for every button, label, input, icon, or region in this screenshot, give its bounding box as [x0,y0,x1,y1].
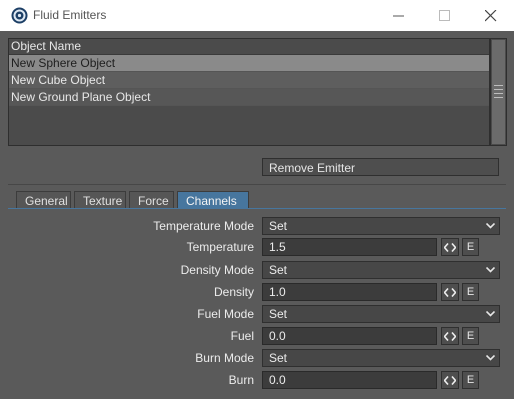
tab-channels[interactable]: Channels [177,191,249,209]
object-list-scrollbar[interactable] [490,38,507,146]
grip-line [494,97,503,98]
density-mode-select[interactable]: Set [262,261,500,279]
list-item[interactable]: New Ground Plane Object [9,89,489,106]
burn-mode-select[interactable]: Set [262,349,500,367]
list-item[interactable]: New Cube Object [9,72,489,89]
temperature-mode-value: Set [269,219,288,233]
title-bar[interactable]: Fluid Emitters [0,0,514,32]
temperature-e-button[interactable]: E [462,238,479,256]
minimize-button[interactable] [376,0,422,31]
tab-underline [8,208,506,209]
chevron-down-icon [486,223,495,229]
fuel-mode-select[interactable]: Set [262,305,500,323]
burn-label: Burn [228,373,254,387]
temperature-label: Temperature [186,240,254,254]
density-label: Density [213,285,254,299]
burn-e-button[interactable]: E [462,371,479,389]
maximize-button[interactable] [422,0,468,31]
density-envelope-button[interactable] [441,283,459,301]
close-icon [485,10,497,22]
temperature-envelope-button[interactable] [441,238,459,256]
fuel-envelope-button[interactable] [441,327,459,345]
chevron-down-icon [486,267,495,273]
density-e-button[interactable]: E [462,283,479,301]
burn-field[interactable]: 0.0 [262,371,437,389]
grip-line [494,89,503,90]
temperature-mode-select[interactable]: Set [262,217,500,235]
remove-emitter-button[interactable]: Remove Emitter [262,158,499,176]
diamond-arrows-icon [444,288,456,297]
diamond-arrows-icon [444,376,456,385]
temperature-mode-label: Temperature Mode [153,219,254,233]
object-list[interactable]: Object Name New Sphere Object New Cube O… [8,38,490,146]
divider [8,184,506,185]
close-button[interactable] [468,0,514,31]
maximize-icon [439,10,450,21]
burn-mode-label: Burn Mode [195,351,254,365]
diamond-arrows-icon [444,243,456,252]
diamond-arrows-icon [444,332,456,341]
window-title: Fluid Emitters [33,8,107,22]
fuel-field[interactable]: 0.0 [262,327,437,345]
temperature-field[interactable]: 1.5 [262,238,437,256]
burn-mode-value: Set [269,351,288,365]
fuel-e-button[interactable]: E [462,327,479,345]
density-mode-label: Density Mode [180,263,254,277]
grip-line [494,93,503,94]
tab-force[interactable]: Force [129,191,174,209]
tab-texture[interactable]: Texture [74,191,126,209]
minimize-icon [393,15,404,17]
density-field[interactable]: 1.0 [262,283,437,301]
object-list-header[interactable]: Object Name [9,39,489,55]
scrollbar-thumb[interactable] [492,40,505,144]
chevron-down-icon [486,311,495,317]
fuel-mode-label: Fuel Mode [197,307,254,321]
tab-general[interactable]: General [16,191,71,209]
chevron-down-icon [486,355,495,361]
grip-line [494,85,503,86]
fuel-mode-value: Set [269,307,288,321]
fuel-label: Fuel [230,329,254,343]
list-item[interactable]: New Sphere Object [9,55,489,72]
density-mode-value: Set [269,263,288,277]
app-icon [11,7,28,24]
burn-envelope-button[interactable] [441,371,459,389]
